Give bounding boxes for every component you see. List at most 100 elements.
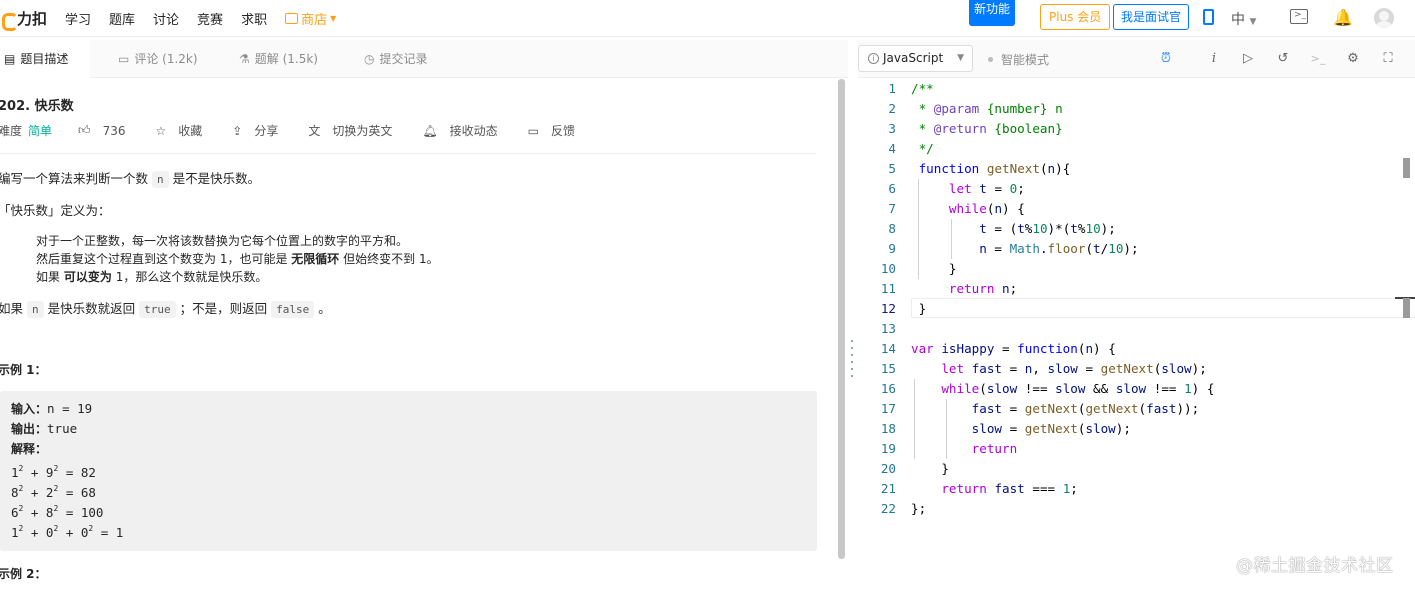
code-line[interactable]: 7 while(n) { <box>858 199 1415 219</box>
nav-item-discuss[interactable]: 讨论 <box>153 9 179 28</box>
nav-item-contest[interactable]: 竞赛 <box>197 9 223 28</box>
description-icon: ▤ <box>4 52 16 66</box>
code-line[interactable]: 12 } <box>858 299 1415 319</box>
code-line[interactable]: 3 * @return {boolean} <box>858 119 1415 139</box>
subscribe-button[interactable]: 🔔︎ 接收动态 <box>422 122 503 139</box>
avatar[interactable] <box>1374 8 1394 28</box>
feedback-label: 反馈 <box>550 124 575 138</box>
share-button[interactable]: ⇪ 分享 <box>232 122 284 139</box>
code-line[interactable]: 18 slow = getNext(slow); <box>858 419 1415 439</box>
line-number: 17 <box>880 401 896 416</box>
language-switch[interactable]: 中 ▼ <box>1231 9 1256 29</box>
tab-solutions[interactable]: ⚗ 题解 (1.5k) <box>239 40 318 78</box>
code-line[interactable]: 17 fast = getNext(getNext(fast)); <box>858 399 1415 419</box>
store-label: 商店 <box>301 13 328 28</box>
bold-text: 无限循环 <box>291 252 340 266</box>
code-line[interactable]: 20 } <box>858 459 1415 479</box>
smart-mode-label: 智能模式 <box>1001 53 1050 67</box>
code-line[interactable]: 16 while(slow !== slow && slow !== 1) { <box>858 379 1415 399</box>
problem-description-pane: 202. 快乐数 难度 简单 👍︎ 736 ☆ 收藏 ⇪ 分享 文切换为英文 🔔︎ 接收… <box>0 79 848 591</box>
nav-item-store[interactable]: 商店 ▼ <box>285 9 336 28</box>
bell-icon[interactable]: 🔔 <box>1333 8 1353 27</box>
subscribe-label: 接收动态 <box>449 124 498 138</box>
editor-toolbar: i JavaScript ▼ 智能模式 ⏰︎ i ▷ ↺ >_ ⚙ ⛶ <box>858 40 1415 78</box>
top-navbar: 力扣 学习 题库 讨论 竞赛 求职 商店 ▼ 新功能 Plus 会员 我是面试官… <box>0 0 1415 37</box>
logo[interactable]: 力扣 <box>0 8 47 31</box>
collect-button[interactable]: ☆ 收藏 <box>155 122 208 139</box>
inline-code: n <box>27 301 44 318</box>
example-input: 输入：n = 19 <box>11 399 806 419</box>
switch-language-button[interactable]: 文切换为英文 <box>308 122 398 139</box>
tab-description-label: 题目描述 <box>20 52 69 66</box>
reset-icon[interactable]: ↺ <box>1274 50 1292 68</box>
mobile-icon[interactable] <box>1203 9 1214 25</box>
code-line[interactable]: 2 * @param {number} n <box>858 99 1415 119</box>
code-text: let t = 0; <box>948 181 1025 196</box>
language-select[interactable]: i JavaScript ▼ <box>858 45 973 72</box>
text: 如果 <box>36 270 61 284</box>
line-number: 12 <box>880 301 896 316</box>
code-line[interactable]: 22}; <box>858 499 1415 519</box>
code-line[interactable]: 14 var isHappy = function(n) { <box>858 339 1415 359</box>
example-output: 输出：true <box>11 419 806 439</box>
info-icon[interactable]: i <box>1205 50 1223 68</box>
tab-submissions[interactable]: ◷ 提交记录 <box>364 40 428 78</box>
tab-comments[interactable]: ▭ 评论 (1.2k) <box>118 40 198 78</box>
code-text: n = Math.floor(t/10); <box>979 241 1139 256</box>
code-line[interactable]: 13 <box>858 319 1415 339</box>
new-feature-badge[interactable]: 新功能 <box>969 0 1015 26</box>
info-icon: i <box>868 53 879 64</box>
line-number: 21 <box>880 481 896 496</box>
code-editor[interactable]: 1/** 2 * @param {number} n3 * @return {bo… <box>858 79 1415 591</box>
plus-member-button[interactable]: Plus 会员 <box>1040 4 1111 30</box>
difficulty-badge: 简单 <box>28 124 53 138</box>
code-line[interactable]: 4 */ <box>858 139 1415 159</box>
run-icon[interactable]: ▷ <box>1239 50 1257 68</box>
line-number: 13 <box>880 321 896 336</box>
code-line[interactable]: 11 return n; <box>858 279 1415 299</box>
console-icon[interactable]: >_ <box>1309 50 1327 68</box>
code-line[interactable]: 8 t = (t%10)*(t%10); <box>858 219 1415 239</box>
alarm-clock-icon[interactable]: ⏰︎ <box>1157 50 1175 68</box>
text: = 68 <box>58 485 96 500</box>
example-2-title: 示例 2： <box>0 567 47 581</box>
collect-label: 收藏 <box>178 124 203 138</box>
code-line[interactable]: 10 } <box>858 259 1415 279</box>
code-line[interactable]: 15 let fast = n, slow = getNext(slow); <box>858 359 1415 379</box>
example-1-box: 输入：n = 19 输出：true 解释： 12 + 92 = 82 82 + … <box>0 391 817 551</box>
interviewer-button[interactable]: 我是面试官 <box>1113 4 1190 30</box>
like-button[interactable]: 👍︎ 736 <box>78 123 131 138</box>
explain-label: 解释： <box>11 442 48 456</box>
code-line[interactable]: 5 function getNext(n){ <box>858 159 1415 179</box>
line-number: 14 <box>880 341 896 356</box>
inline-code: true <box>139 301 176 318</box>
fullscreen-icon[interactable]: ⛶ <box>1379 50 1397 68</box>
nav-item-problems[interactable]: 题库 <box>109 9 135 28</box>
text: + 2 <box>23 485 54 500</box>
text: 。 <box>318 301 331 316</box>
code-text: t = (t%10)*(t%10); <box>979 221 1116 236</box>
line-number: 19 <box>880 441 896 456</box>
code-text: var isHappy = function(n) { <box>911 341 1116 356</box>
code-text: function getNext(n){ <box>918 161 1071 176</box>
code-line[interactable]: 9 n = Math.floor(t/10); <box>858 239 1415 259</box>
code-text: }; <box>911 501 927 516</box>
code-line[interactable]: 1 /** <box>858 79 1415 99</box>
pane-resize-handle[interactable] <box>851 340 854 384</box>
code-text: */ <box>911 141 934 156</box>
like-count: 736 <box>102 123 126 138</box>
nav-item-jobs[interactable]: 求职 <box>241 9 267 28</box>
tab-description[interactable]: ▤ 题目描述 <box>0 40 91 78</box>
code-line[interactable]: 21 return fast === 1; <box>858 479 1415 499</box>
smart-mode-toggle[interactable]: 智能模式 <box>988 51 1049 68</box>
code-line[interactable]: 6 let t = 0; <box>858 179 1415 199</box>
gear-icon[interactable]: ⚙ <box>1344 50 1362 68</box>
line-number: 2 <box>888 101 896 116</box>
terminal-icon[interactable]: >_ <box>1290 9 1308 24</box>
nav-item-learn[interactable]: 学习 <box>65 9 91 28</box>
example-calc-row: 82 + 22 = 68 <box>11 479 806 500</box>
code-line[interactable]: 19 return <box>858 439 1415 459</box>
feedback-button[interactable]: ▭ 反馈 <box>528 122 581 139</box>
line-number: 11 <box>880 281 896 296</box>
scrollbar[interactable] <box>838 79 845 559</box>
